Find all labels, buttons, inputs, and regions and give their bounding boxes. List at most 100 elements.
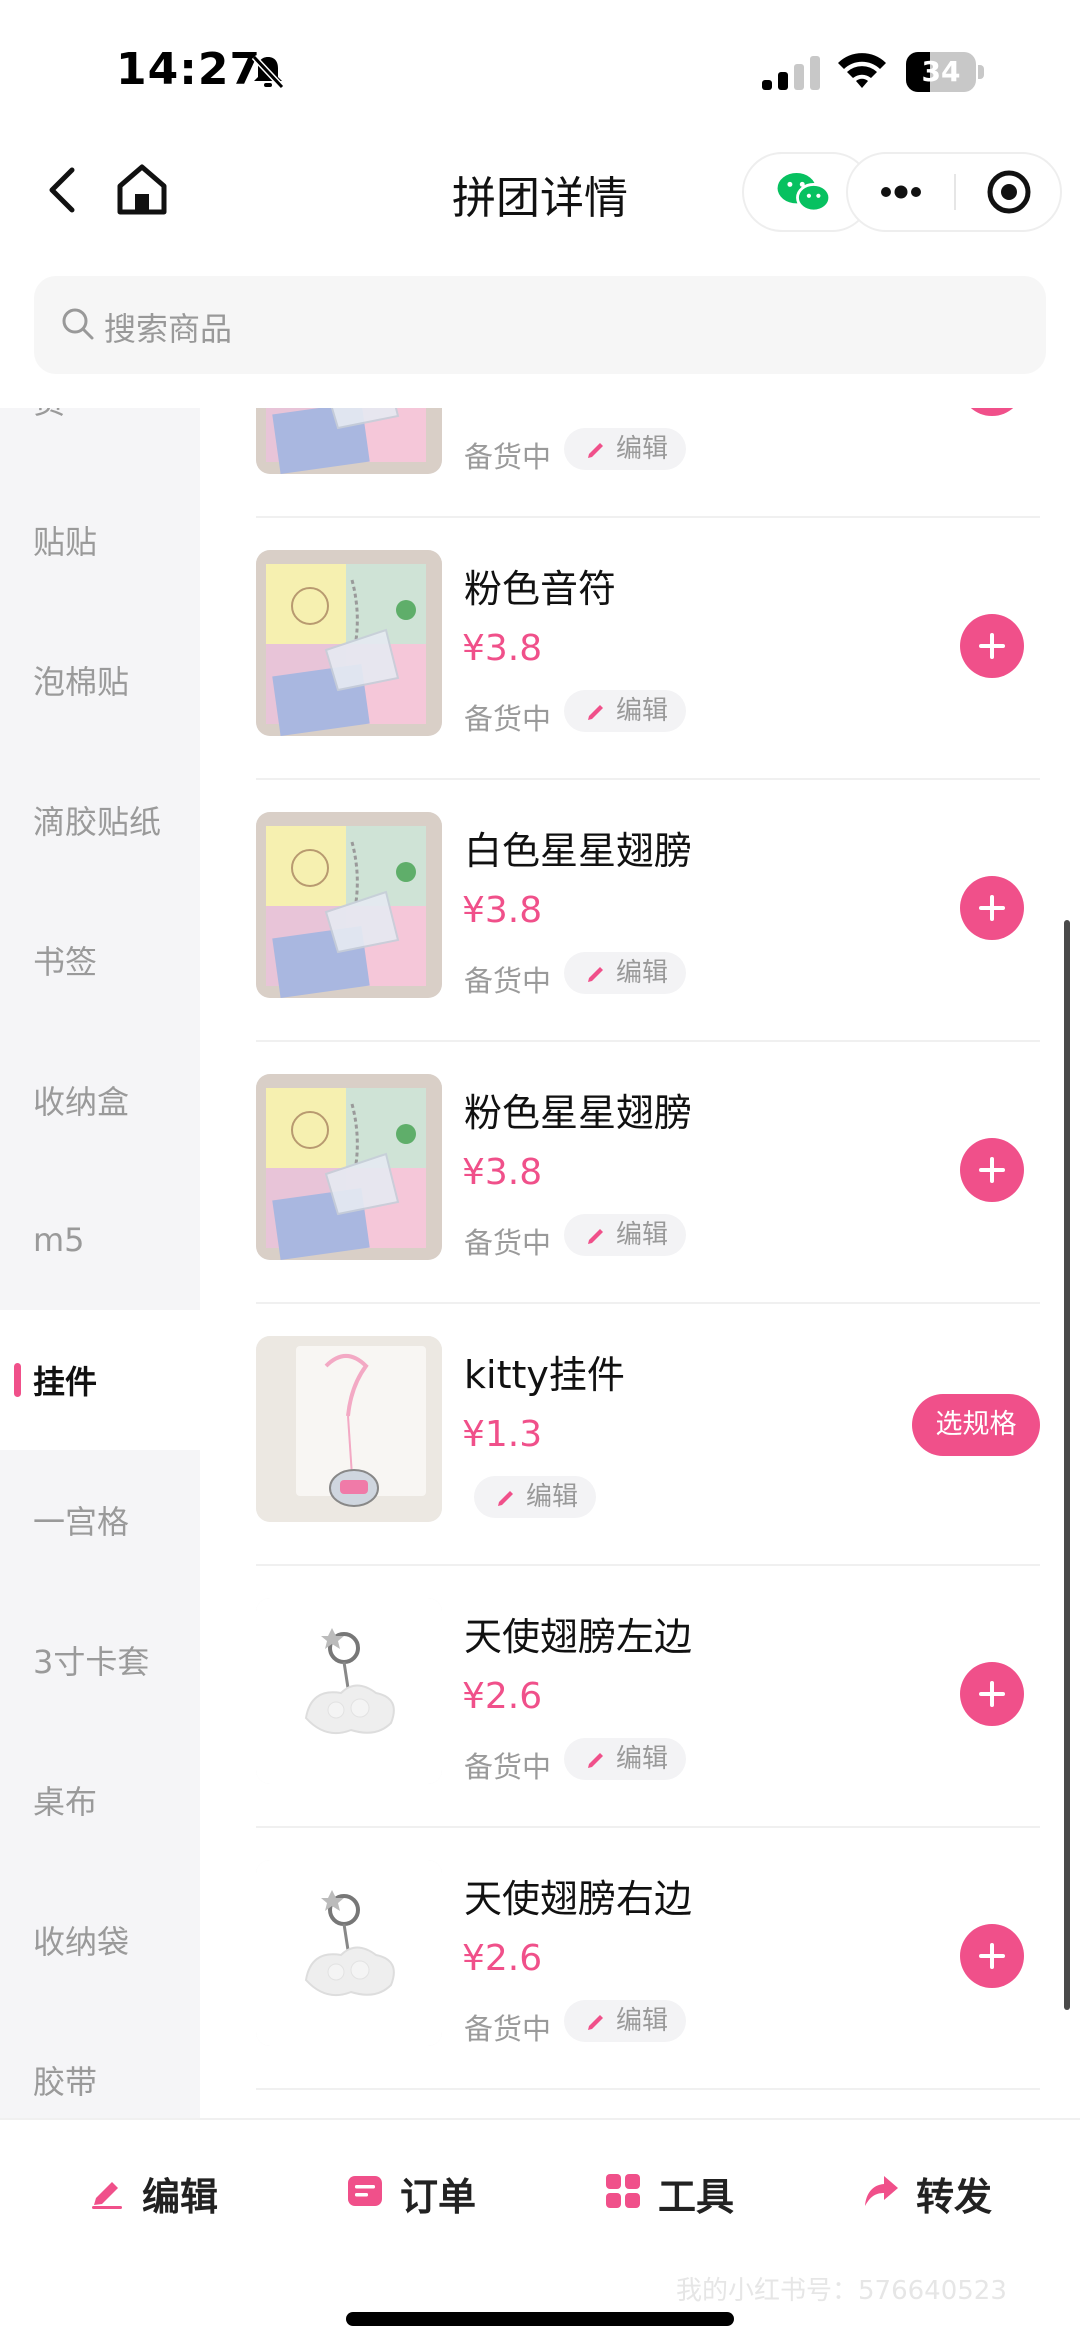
scrollbar[interactable] (1064, 920, 1070, 2010)
add-to-cart-button[interactable] (960, 614, 1024, 678)
sidebar-item-label: 挂件 (33, 1363, 98, 1401)
product-price: ¥3.8 (462, 890, 543, 931)
sidebar-item-label: 泡棉贴 (33, 663, 130, 701)
sidebar-item-label: 收纳袋 (33, 1923, 130, 1961)
tools-grid-icon (606, 2174, 640, 2208)
sidebar-item-label: 桌布 (33, 1783, 98, 1821)
status-bar: 14:27 34 (0, 0, 1080, 130)
product-item[interactable]: 天使翅膀右边 ¥2.6 备货中 编辑 (200, 1828, 1080, 2090)
pencil-icon (92, 2182, 122, 2209)
stock-status: 备货中 (464, 964, 552, 998)
edit-label: 编辑 (616, 2006, 669, 2036)
order-icon (348, 2176, 382, 2206)
sidebar-item[interactable]: 滴胶贴纸 (0, 750, 200, 890)
sidebar-item-label: 贴贴 (33, 523, 98, 561)
sidebar-item-label: 滴胶贴纸 (33, 803, 162, 841)
edit-chip[interactable]: 编辑 (564, 1214, 687, 1256)
edit-label: 编辑 (616, 958, 669, 988)
product-price: ¥2.6 (462, 1938, 543, 1979)
product-item[interactable]: 粉色音符 ¥3.8 备货中 编辑 (200, 518, 1080, 780)
pencil-icon (588, 967, 603, 982)
product-item[interactable]: 天使翅膀左边 ¥2.6 备货中 编辑 (200, 1566, 1080, 1828)
home-indicator (346, 2312, 734, 2326)
sidebar-item-label: 书签 (33, 943, 98, 981)
pencil-icon (588, 1753, 603, 1768)
sidebar-item[interactable]: 货 (0, 408, 200, 470)
cellular-signal-icon (762, 56, 820, 90)
product-image[interactable] (256, 1336, 442, 1522)
product-item[interactable]: kitty挂件 ¥1.3 编辑 选规格 (200, 1304, 1080, 1566)
sidebar-item-label: 一宫格 (33, 1503, 130, 1541)
pencil-icon (588, 1229, 603, 1244)
pencil-icon (498, 1491, 513, 1506)
tab-label: 订单 (400, 2175, 477, 2219)
product-name: 天使翅膀左边 (464, 1615, 693, 1659)
sidebar-item[interactable]: 3寸卡套 (0, 1590, 200, 1730)
add-to-cart-button[interactable] (960, 1924, 1024, 1988)
sidebar-item[interactable]: m5 (0, 1170, 200, 1310)
edit-label: 编辑 (616, 696, 669, 726)
sidebar-item[interactable]: 挂件 (0, 1310, 200, 1450)
select-spec-button[interactable]: 选规格 (912, 1394, 1040, 1456)
watermark-text: 我的小红书号：576640523 (676, 2276, 1007, 2306)
sidebar-item-label: 收纳盒 (33, 1083, 130, 1121)
status-time: 14:27 (116, 44, 262, 95)
divider (256, 2088, 1040, 2090)
sidebar-item-label: 胶带 (33, 2063, 98, 2101)
sidebar-item[interactable]: 泡棉贴 (0, 610, 200, 750)
edit-chip[interactable]: 编辑 (564, 2000, 687, 2042)
tab-label: 编辑 (142, 2175, 219, 2219)
product-image[interactable] (256, 1860, 442, 2046)
share-arrow-icon (865, 2176, 898, 2206)
product-price: ¥2.6 (462, 1676, 543, 1717)
sidebar-item-label: 货 (33, 408, 65, 423)
sidebar-item[interactable]: 胶带 (0, 2010, 200, 2118)
product-image[interactable] (256, 1074, 442, 1260)
nav-bar: 拼团详情 (0, 130, 1080, 250)
product-image[interactable] (256, 1598, 442, 1784)
stock-status: 备货中 (464, 2012, 552, 2046)
add-to-cart-button[interactable] (960, 1662, 1024, 1726)
add-to-cart-button[interactable] (960, 408, 1024, 416)
add-to-cart-button[interactable] (960, 876, 1024, 940)
edit-chip[interactable]: 编辑 (564, 428, 687, 470)
pencil-icon (588, 705, 603, 720)
product-item[interactable]: ¥3.8备货中编辑 (200, 408, 1080, 518)
tab-label: 工具 (658, 2175, 735, 2219)
edit-chip[interactable]: 编辑 (564, 1738, 687, 1780)
search-input[interactable]: 搜索商品 (34, 276, 1046, 374)
edit-chip[interactable]: 编辑 (564, 952, 687, 994)
more-dots-icon[interactable] (848, 154, 954, 230)
edit-label: 编辑 (616, 1744, 669, 1774)
product-name: kitty挂件 (464, 1353, 625, 1397)
category-sidebar: 货贴贴泡棉贴滴胶贴纸书签收纳盒 m5 挂件一宫格 3寸卡套桌布收纳袋胶带 (0, 408, 200, 2118)
product-image[interactable] (256, 408, 442, 474)
sidebar-item[interactable]: 书签 (0, 890, 200, 1030)
product-item[interactable]: 白色星星翅膀 ¥3.8 备货中 编辑 (200, 780, 1080, 1042)
product-image[interactable] (256, 812, 442, 998)
miniapp-capsule (846, 152, 1062, 232)
sidebar-item[interactable]: 收纳袋 (0, 1870, 200, 2010)
battery-level: 34 (921, 55, 961, 88)
add-to-cart-button[interactable] (960, 1138, 1024, 1202)
edit-chip[interactable]: 编辑 (564, 690, 687, 732)
sidebar-item[interactable]: 收纳盒 (0, 1030, 200, 1170)
product-image[interactable] (256, 550, 442, 736)
sidebar-item[interactable]: 桌布 (0, 1730, 200, 1870)
stock-status: 备货中 (464, 440, 552, 474)
edit-chip[interactable]: 编辑 (474, 1476, 597, 1518)
sidebar-item[interactable]: 一宫格 (0, 1450, 200, 1590)
close-miniapp-icon[interactable] (956, 154, 1062, 230)
sidebar-item[interactable]: 贴贴 (0, 470, 200, 610)
product-name: 粉色星星翅膀 (464, 1091, 693, 1135)
search-icon (62, 308, 94, 340)
wifi-icon (838, 53, 886, 88)
bell-muted-icon (251, 54, 285, 90)
stock-status: 备货中 (464, 1226, 552, 1260)
sidebar-item-label: 3寸卡套 (33, 1643, 150, 1681)
product-list: ¥3.8备货中编辑粉色音符¥3.8备货中编辑白色星星翅膀¥3.8备货中编辑粉色星… (200, 408, 1080, 2118)
sidebar-item-label: m5 (33, 1221, 85, 1259)
stock-status: 备货中 (464, 702, 552, 736)
product-name: 天使翅膀右边 (464, 1877, 693, 1921)
product-item[interactable]: 粉色星星翅膀 ¥3.8 备货中 编辑 (200, 1042, 1080, 1304)
